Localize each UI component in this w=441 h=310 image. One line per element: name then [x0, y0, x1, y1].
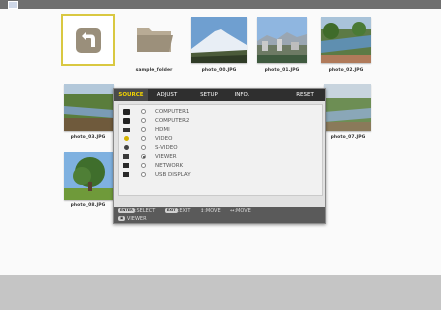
source-list: COMPUTER1 COMPUTER2 HDMI VIDEO S-VIDEO V… [118, 104, 323, 196]
tab-source[interactable]: SOURCE [114, 89, 148, 101]
source-item-computer1[interactable]: COMPUTER1 [119, 108, 279, 117]
source-label: VIEWER [155, 154, 177, 160]
source-label: COMPUTER1 [155, 109, 190, 115]
help-move-updown-text: ↕:MOVE [200, 208, 221, 214]
computer-port-icon [123, 118, 130, 124]
tab-setup[interactable]: SETUP [194, 89, 224, 101]
network-icon [123, 163, 129, 168]
usb-display-icon [123, 172, 129, 177]
tab-info[interactable]: INFO. [228, 89, 256, 101]
source-item-hdmi[interactable]: HDMI [119, 126, 279, 135]
back-folder-tile[interactable] [61, 14, 115, 66]
source-item-viewer[interactable]: VIEWER [119, 153, 279, 162]
thumbnail-photo-00[interactable] [191, 17, 247, 63]
source-item-usb-display[interactable]: USB DISPLAY [119, 171, 279, 180]
help-select-text: :SELECT [134, 208, 156, 214]
tab-reset[interactable]: RESET [288, 89, 322, 101]
usb-viewer-icon [123, 154, 129, 159]
osd-tab-bar: SOURCE ADJUST SETUP INFO. RESET [114, 89, 325, 101]
top-status-bar [0, 0, 441, 9]
exit-key-badge: EXIT [164, 208, 178, 213]
osd-help-bar: ENTER:SELECT EXIT:EXIT ↕:MOVE ↔:MOVE ▣ V… [114, 207, 325, 223]
radio-button[interactable] [141, 136, 146, 141]
radio-button[interactable] [141, 172, 146, 177]
sample-folder-tile[interactable] [135, 22, 175, 56]
back-arrow-icon [76, 28, 101, 53]
thumbnail-caption: photo_02.JPG [328, 68, 364, 73]
help-move-leftright-text: ↔:MOVE [230, 208, 251, 214]
current-source-line: ▣ VIEWER [118, 215, 147, 223]
source-label: S-VIDEO [155, 145, 178, 151]
thumbnail-photo-07[interactable] [324, 84, 371, 131]
thumbnail-photo-01[interactable] [257, 17, 307, 63]
radio-button[interactable] [141, 145, 146, 150]
thumbnail-caption: photo_00.JPG [201, 68, 237, 73]
thumbnail-caption: photo_01.JPG [264, 68, 300, 73]
radio-button[interactable] [141, 154, 146, 159]
thumbnail-photo-02[interactable] [321, 17, 371, 63]
source-label: NETWORK [155, 163, 184, 169]
help-exit-text: :EXIT [177, 208, 191, 214]
s-video-jack-icon [124, 145, 129, 150]
radio-button[interactable] [141, 127, 146, 132]
viewer-indicator-icon [8, 1, 18, 9]
hdmi-port-icon [123, 128, 130, 132]
computer-port-icon [123, 109, 130, 115]
bottom-bar [0, 275, 441, 310]
source-item-video[interactable]: VIDEO [119, 135, 279, 144]
thumbnail-photo-08[interactable] [64, 152, 114, 200]
radio-button[interactable] [141, 109, 146, 114]
thumbnail-photo-03[interactable] [64, 84, 114, 131]
tab-adjust[interactable]: ADJUST [150, 89, 184, 101]
folder-icon [137, 28, 173, 52]
current-source-label: VIEWER [126, 216, 147, 222]
source-label: COMPUTER2 [155, 118, 190, 124]
source-label: USB DISPLAY [155, 172, 191, 178]
source-item-s-video[interactable]: S-VIDEO [119, 144, 279, 153]
osd-menu: SOURCE ADJUST SETUP INFO. RESET COMPUTER… [113, 88, 326, 224]
enter-key-badge: ENTER [118, 208, 135, 213]
source-item-network[interactable]: NETWORK [119, 162, 279, 171]
current-source-icon: ▣ [118, 216, 126, 221]
video-jack-icon [124, 136, 129, 141]
help-keys: ENTER:SELECT EXIT:EXIT ↕:MOVE ↔:MOVE [118, 207, 251, 215]
radio-button[interactable] [141, 163, 146, 168]
source-label: VIDEO [155, 136, 173, 142]
source-item-computer2[interactable]: COMPUTER2 [119, 117, 279, 126]
source-label: HDMI [155, 127, 170, 133]
radio-button[interactable] [141, 118, 146, 123]
thumbnail-caption: sample_folder [135, 68, 173, 73]
